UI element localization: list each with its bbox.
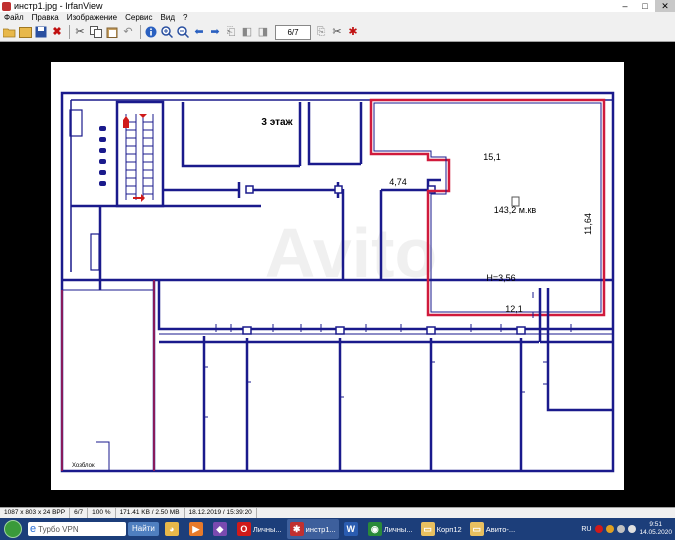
- visual-studio-icon: ◆: [212, 522, 227, 536]
- tray-network-icon[interactable]: [617, 525, 626, 533]
- undo-icon[interactable]: ↶: [121, 25, 135, 39]
- clock-date: 14.05.2020: [639, 529, 672, 536]
- dim-right-label: 11,64: [583, 213, 593, 235]
- prev-page-icon[interactable]: ◧: [240, 25, 254, 39]
- taskbar-chrome[interactable]: ◉ Личны...: [365, 519, 416, 539]
- tray-volume-icon[interactable]: [628, 525, 637, 533]
- image-viewport[interactable]: Avito 3 этаж 15,1 4,74 143,2 м.кв 11,64 …: [0, 42, 675, 507]
- maximize-button[interactable]: □: [635, 0, 655, 12]
- dim-left-label: 4,74: [389, 177, 407, 187]
- taskbar-opera[interactable]: O Личны...: [234, 519, 285, 539]
- settings-icon[interactable]: ✂: [330, 25, 344, 39]
- taskbar-folder-avito[interactable]: ▭ Авито-...: [467, 519, 518, 539]
- taskbar-opera-label: Личны...: [252, 524, 282, 534]
- media-player-icon: ▶: [188, 522, 203, 536]
- irfanview-icon: [2, 1, 11, 11]
- taskbar-irfanview[interactable]: ✱ инстр1...: [286, 519, 339, 539]
- menu-edit[interactable]: Правка: [28, 13, 63, 22]
- windows-orb-icon: [4, 520, 22, 538]
- status-dimensions: 1087 x 803 x 24 BPP: [0, 508, 71, 518]
- next-page-icon[interactable]: ◨: [256, 25, 270, 39]
- chrome-icon: ◉: [367, 522, 382, 536]
- corner-note: Хозблок: [72, 463, 95, 469]
- taskbar-app-3[interactable]: ◆: [210, 519, 232, 539]
- page-field[interactable]: 6/7: [275, 24, 311, 40]
- start-button[interactable]: [0, 518, 26, 540]
- status-bar: 1087 x 803 x 24 BPP 6/7 100 % 171.41 KB …: [0, 507, 675, 518]
- zoom-in-icon[interactable]: [160, 25, 174, 39]
- last-page-icon[interactable]: ⎘: [314, 25, 328, 39]
- clock[interactable]: 9:51 14.05.2020: [639, 521, 672, 537]
- status-zoom: 100 %: [88, 508, 116, 518]
- copy-icon[interactable]: [89, 25, 103, 39]
- taskbar-app-1[interactable]: ◕: [162, 519, 184, 539]
- save-icon[interactable]: [34, 25, 48, 39]
- app-icon: ◕: [164, 522, 179, 536]
- area-label: 143,2 м.кв: [494, 205, 537, 215]
- status-datetime: 18.12.2019 / 15:39:20: [185, 508, 257, 518]
- menu-image[interactable]: Изображение: [63, 13, 121, 22]
- open-folder-icon[interactable]: [2, 25, 16, 39]
- delete-icon[interactable]: ✖: [50, 25, 64, 39]
- slideshow-icon[interactable]: [18, 25, 32, 39]
- ie-icon: e: [30, 523, 37, 535]
- status-size: 171.41 KB / 2.50 MB: [116, 508, 185, 518]
- taskbar-folder-korp[interactable]: ▭ Корп12: [418, 519, 465, 539]
- taskbar-folder-korp-label: Корп12: [436, 524, 462, 534]
- dim-bottom-label: 12,1: [505, 304, 523, 314]
- arrow-right-icon[interactable]: ➡: [208, 25, 222, 39]
- floor-title: 3 этаж: [261, 117, 293, 128]
- toolbar: ✖ ✂ ↶ ⬅ ➡ ⎗ ◧ ◨ 6/7 ⎘ ✂ ✱: [0, 23, 675, 42]
- search-go-button[interactable]: Найти: [128, 522, 159, 536]
- minimize-button[interactable]: –: [615, 0, 635, 12]
- opera-icon: O: [236, 522, 251, 536]
- language-indicator[interactable]: RU: [581, 526, 591, 533]
- zoom-out-icon[interactable]: [176, 25, 190, 39]
- floor-plan-svg: Avito 3 этаж 15,1 4,74 143,2 м.кв 11,64 …: [60, 91, 615, 473]
- taskbar: e Турбо VPN Найти ◕ ▶ ◆ O Личны... ✱ инстр…: [0, 518, 675, 540]
- menu-file[interactable]: Файл: [0, 13, 28, 22]
- floor-plan-image: Avito 3 этаж 15,1 4,74 143,2 м.кв 11,64 …: [51, 62, 624, 490]
- system-tray: RU 9:51 14.05.2020: [581, 518, 675, 540]
- paste-icon[interactable]: [105, 25, 119, 39]
- taskbar-folder-avito-label: Авито-...: [485, 524, 516, 534]
- search-placeholder: Турбо VPN: [38, 524, 79, 534]
- tray-opera-icon[interactable]: [595, 525, 604, 533]
- word-icon: W: [343, 522, 358, 536]
- tray-shield-icon[interactable]: [606, 525, 615, 533]
- taskbar-irfanview-label: инстр1...: [305, 524, 336, 534]
- window-title: инстр1.jpg - IrfanView: [14, 1, 103, 11]
- menu-options[interactable]: Сервис: [121, 13, 156, 22]
- close-button[interactable]: ✕: [655, 0, 675, 12]
- menu-help[interactable]: ?: [179, 13, 191, 22]
- vpn-search-box[interactable]: e Турбо VPN: [28, 522, 126, 536]
- menu-view[interactable]: Вид: [157, 13, 179, 22]
- arrow-left-icon[interactable]: ⬅: [192, 25, 206, 39]
- exit-icon[interactable]: ✱: [346, 25, 360, 39]
- title-bar: инстр1.jpg - IrfanView – □ ✕: [0, 0, 675, 12]
- folder-icon: ▭: [469, 522, 484, 536]
- dim-top-label: 15,1: [483, 152, 501, 162]
- irfanview-task-icon: ✱: [289, 522, 304, 536]
- info-icon[interactable]: [144, 25, 158, 39]
- menu-bar: Файл Правка Изображение Сервис Вид ?: [0, 12, 675, 23]
- folder-icon: ▭: [420, 522, 435, 536]
- taskbar-app-2[interactable]: ▶: [186, 519, 208, 539]
- cut-icon[interactable]: ✂: [73, 25, 87, 39]
- first-page-icon[interactable]: ⎗: [224, 25, 238, 39]
- taskbar-word[interactable]: W: [341, 519, 363, 539]
- clock-time: 9:51: [649, 521, 663, 528]
- status-page: 6/7: [70, 508, 89, 518]
- taskbar-chrome-label: Личны...: [383, 524, 413, 534]
- height-label: H=3,56: [486, 273, 515, 283]
